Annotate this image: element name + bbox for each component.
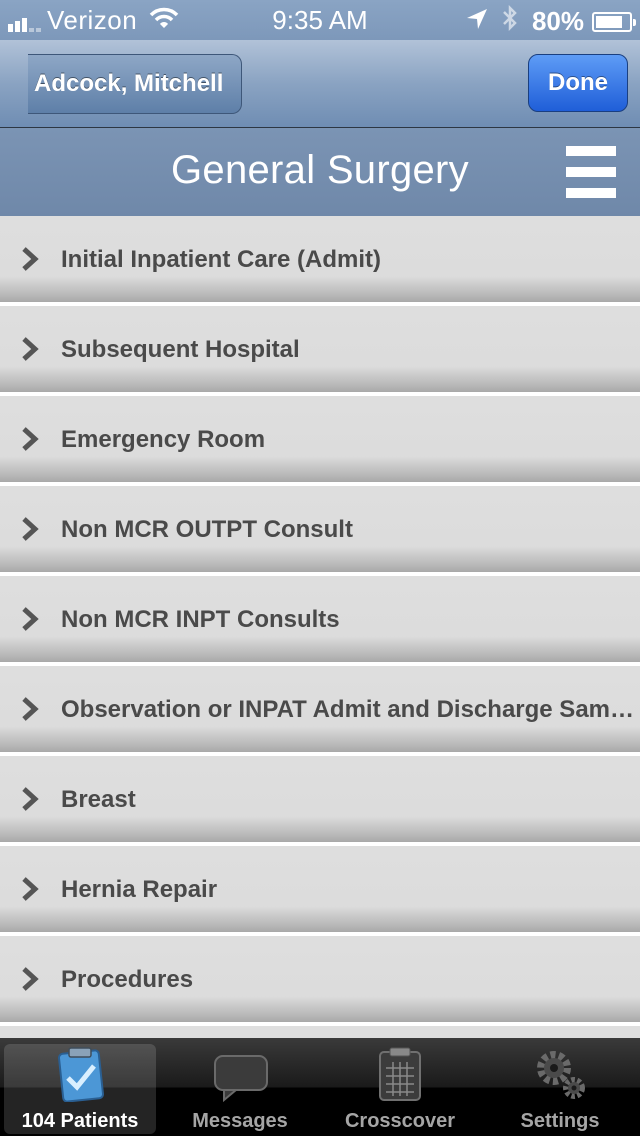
location-arrow-icon — [466, 6, 488, 37]
chevron-right-icon — [22, 697, 39, 721]
list-item-label: Observation or INPAT Admit and Discharge… — [61, 696, 640, 723]
section-header: General Surgery — [0, 128, 640, 216]
battery-icon — [592, 11, 636, 32]
back-button[interactable]: Adcock, Mitchell — [28, 54, 242, 114]
list-item-label: Emergency Room — [61, 426, 266, 453]
battery-percent: 80% — [531, 6, 584, 36]
list-item-label: Procedures — [61, 966, 194, 993]
list-item[interactable]: Hernia Repair — [0, 846, 640, 932]
clipboard-check-icon — [57, 1047, 105, 1102]
tab-label: Settings — [520, 1110, 600, 1132]
chevron-right-icon — [22, 427, 39, 451]
chevron-right-icon — [22, 877, 39, 901]
done-button[interactable]: Done — [528, 54, 628, 112]
chevron-right-icon — [22, 337, 39, 361]
gears-icon — [537, 1051, 585, 1099]
list-item-label: Non MCR INPT Consults — [61, 606, 340, 633]
status-right: 80% — [466, 4, 636, 38]
tab-settings[interactable]: Settings — [484, 1044, 636, 1134]
tab-patients[interactable]: 104 Patients — [4, 1044, 156, 1134]
tab-messages[interactable]: Messages — [164, 1044, 316, 1134]
chevron-right-icon — [22, 787, 39, 811]
tab-label: 104 Patients — [21, 1110, 139, 1132]
navigation-bar: Adcock, Mitchell Done — [0, 40, 640, 128]
done-button-label: Done — [548, 69, 608, 96]
list-item-label: Hernia Repair — [61, 876, 218, 903]
list-item[interactable]: Procedures — [0, 936, 640, 1022]
status-bar: Verizon 9:35 AM 80% — [0, 0, 640, 40]
list-item[interactable]: Observation or INPAT Admit and Discharge… — [0, 666, 640, 752]
list-item-label: Breast — [61, 786, 136, 813]
chevron-right-icon — [22, 607, 39, 631]
tab-label: Crosscover — [344, 1110, 456, 1132]
speech-bubble-icon — [214, 1055, 268, 1102]
list-item-partial[interactable] — [0, 1026, 640, 1038]
hamburger-menu-icon[interactable] — [566, 146, 616, 198]
list-item[interactable]: Non MCR INPT Consults — [0, 576, 640, 662]
list-item-label: Initial Inpatient Care (Admit) — [61, 246, 382, 273]
list-item[interactable]: Emergency Room — [0, 396, 640, 482]
tab-crosscover[interactable]: Crosscover — [324, 1044, 476, 1134]
list-item[interactable]: Initial Inpatient Care (Admit) — [0, 216, 640, 302]
chevron-right-icon — [22, 517, 39, 541]
calendar-clipboard-icon — [379, 1047, 421, 1101]
list-item[interactable]: Non MCR OUTPT Consult — [0, 486, 640, 572]
tab-label: Messages — [192, 1110, 288, 1132]
list-item-label: Non MCR OUTPT Consult — [61, 516, 353, 543]
list-item[interactable]: Breast — [0, 756, 640, 842]
procedure-category-list: Initial Inpatient Care (Admit) Subsequen… — [0, 216, 640, 1038]
tab-bar: 104 Patients Messages Crosscover Setting… — [0, 1038, 640, 1136]
bluetooth-icon — [502, 4, 518, 38]
list-item[interactable]: Subsequent Hospital — [0, 306, 640, 392]
list-item-label: Subsequent Hospital — [61, 336, 300, 363]
section-title: General Surgery — [171, 148, 469, 192]
back-button-label: Adcock, Mitchell — [34, 70, 224, 97]
chevron-right-icon — [22, 247, 39, 271]
chevron-right-icon — [22, 967, 39, 991]
